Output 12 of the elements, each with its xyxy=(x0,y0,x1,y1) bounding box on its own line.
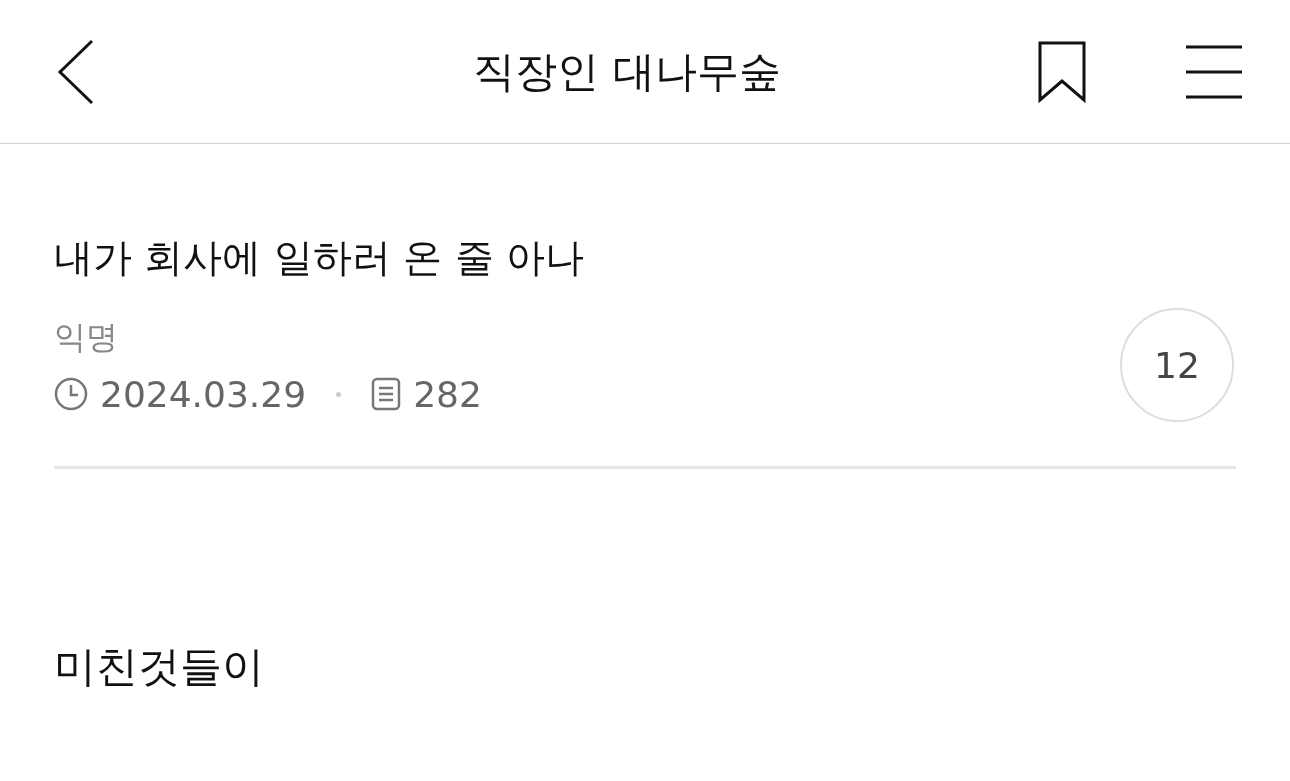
clock-icon xyxy=(54,377,88,411)
comment-count: 12 xyxy=(1120,308,1234,422)
post-body: 미친것들이 xyxy=(54,641,265,693)
post-title: 내가 회사에 일하러 온 줄 아나 xyxy=(54,234,585,282)
post-date: 2024.03.29 xyxy=(100,373,307,415)
menu-button[interactable] xyxy=(1186,44,1242,99)
view-count: 282 xyxy=(413,373,482,415)
back-button[interactable] xyxy=(56,38,96,105)
header-title: 직장인 대나무숲 xyxy=(472,45,782,98)
author-name: 익명 xyxy=(54,316,119,358)
bookmark-button[interactable] xyxy=(1038,40,1086,103)
document-icon xyxy=(371,377,402,411)
